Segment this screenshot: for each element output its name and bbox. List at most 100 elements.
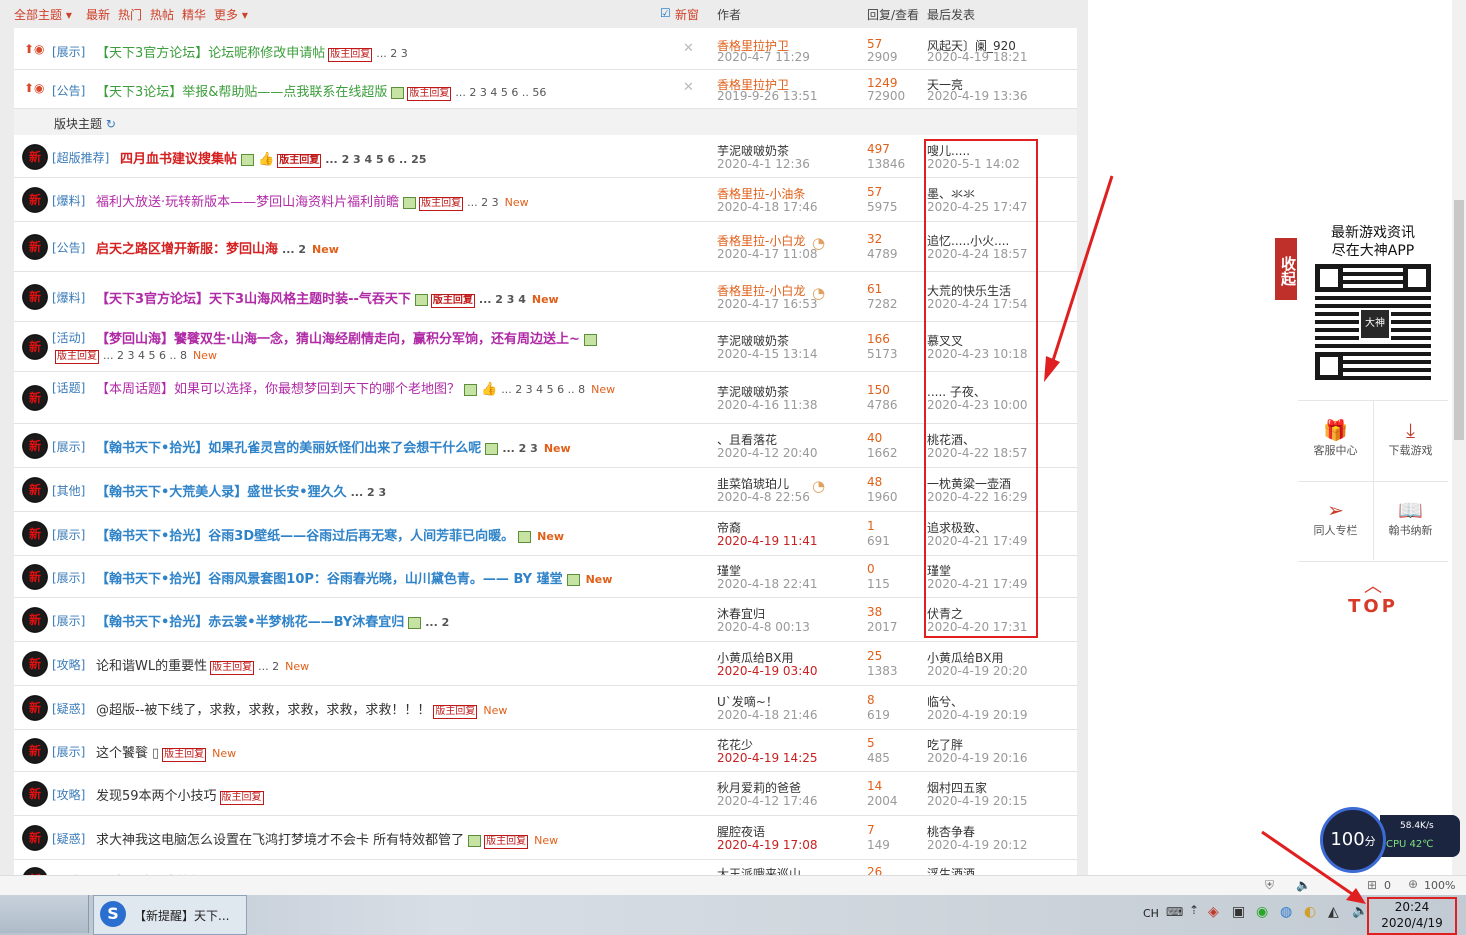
thread-title-text[interactable]: @超版--被下线了，求救，求救，求救，求救，求救！！！ [96, 703, 430, 718]
thread-row[interactable]: 新 [话题] 【本周话题】如果可以选择，你最想梦回到天下的哪个老地图？ 👍... 2 … [14, 372, 1077, 424]
thread-title[interactable]: 【翰书天下•拾光】赤云裳•半梦桃花——BY沐春宜归 ... 2 [96, 611, 449, 630]
thread-title[interactable]: 四月血书建议搜集帖 👍 版主回复... 2 3 4 5 6 .. 25 [120, 148, 426, 168]
thread-title-text[interactable]: 【翰书天下•拾光】赤云裳•半梦桃花——BY沐春宜归 [96, 615, 404, 630]
fan-column-link[interactable]: ➢ 同人专栏 [1298, 498, 1373, 538]
thread-title[interactable]: 【天下3官方论坛】天下3山海风格主题时装--气吞天下 版主回复 ... 2 3 4 N… [96, 288, 559, 308]
tab-hot[interactable]: 热门 [118, 6, 142, 23]
input-language[interactable]: CH [1143, 907, 1159, 920]
download-game-link[interactable]: ⤓ 下载游戏 [1373, 418, 1448, 458]
thread-category[interactable]: [展示] [52, 526, 85, 543]
thread-category[interactable]: [爆料] [52, 289, 85, 306]
tray-app-icon[interactable]: ▣ [1232, 904, 1245, 920]
thread-category[interactable]: [公告] [52, 239, 85, 256]
thread-title-text[interactable]: 四月血书建议搜集帖 [120, 152, 237, 167]
thread-title-text[interactable]: 【天下3官方论坛】天下3山海风格主题时装--气吞天下 [96, 292, 411, 307]
thread-title[interactable]: 【天下3官方论坛】论坛昵称修改申请帖 版主回复... 2 3 [96, 42, 408, 62]
thread-category[interactable]: [展示] [52, 569, 85, 586]
thread-category[interactable]: [攻略] [52, 786, 85, 803]
thread-title-text[interactable]: 【翰书天下•拾光】谷雨风景套图10P：谷雨春光晓，山川黛色青。—— BY 瑾堂 [96, 572, 563, 587]
thread-title-text[interactable]: 【天下3论坛】举报&帮助贴——点我联系在线超版 [96, 85, 387, 100]
last-post-date[interactable]: 2020-4-19 18:21 [927, 50, 1028, 64]
thread-row[interactable]: 新 [公告] 启天之路区增开新服：梦回山海... 2 New 香格里拉-小白龙 2020-… [14, 222, 1077, 272]
recruit-link[interactable]: 📖 翰书纳新 [1373, 498, 1448, 538]
thread-row[interactable]: 新 [攻略] 论和谐WL的重要性 版主回复... 2 New 小黄瓜给BX用 2020-4-… [14, 642, 1077, 686]
last-post-date[interactable]: 2020-4-19 13:36 [927, 89, 1028, 103]
thread-category[interactable]: [展示] [52, 438, 85, 455]
thread-row[interactable]: 新 [攻略] 发现59本两个小技巧 版主回复 秋月爱莉的爸爸 2020-4-12 17:4… [14, 772, 1077, 816]
thread-row[interactable]: 新 [活动] 【梦回山海】饕餮双生·山海一念，猜山海经剧情走向，赢积分军饷，还有周边… [14, 322, 1077, 372]
thread-title-text[interactable]: 启天之路区增开新服：梦回山海 [96, 242, 278, 257]
page-links[interactable]: ... 2 3 [467, 196, 498, 209]
collapse-tab[interactable]: 收起 [1275, 238, 1297, 300]
thread-title[interactable]: 启天之路区增开新服：梦回山海 ... 2 New [96, 238, 339, 257]
taskbar-browser-window[interactable]: S 【新提醒】天下... [93, 895, 247, 935]
thread-title[interactable]: 【翰书天下•拾光】谷雨3D壁纸——谷雨过后再无寒，人间芳菲已向暖。 New [96, 525, 564, 544]
thread-title-text[interactable]: 求大神我这电脑怎么设置在飞鸿打梦境才不会卡 所有特效都管了 [96, 833, 464, 848]
thread-category[interactable]: [爆料] [52, 192, 85, 209]
thread-title-continuation[interactable]: 版主回复 ... 2 3 4 5 6 .. 8 New [52, 348, 217, 364]
tab-digest[interactable]: 精华 [182, 6, 206, 23]
page-links[interactable]: ... 2 3 [502, 442, 538, 455]
tray-arrow-icon[interactable]: ⇡ [1189, 903, 1199, 917]
thread-title-text[interactable]: 【本周话题】如果可以选择，你最想梦回到天下的哪个老地图？ [96, 382, 460, 397]
thread-row[interactable]: 新 [其他] 【翰书天下•大荒美人录】盛世长安•狸久久... 2 3 韭菜馅琥珀儿 20… [14, 468, 1077, 512]
thread-row[interactable]: 新 [疑惑] 求大神我这电脑怎么设置在飞鸿打梦境才不会卡 所有特效都管了 版主回复 Ne… [14, 816, 1077, 860]
thread-category[interactable]: [话题] [52, 379, 85, 396]
thread-title-text[interactable]: 【翰书天下•拾光】如果孔雀灵宫的美丽妖怪们出来了会想干什么呢 [96, 441, 481, 456]
speed-widget-panel[interactable]: 58.4K/s CPU 42℃ [1380, 815, 1460, 857]
thread-category[interactable]: [攻略] [52, 656, 85, 673]
new-window-checkbox[interactable]: ☑ [660, 6, 671, 20]
tab-hot-posts[interactable]: 热帖 [150, 6, 174, 23]
page-links[interactable]: ... 2 3 4 5 6 .. 8 [501, 383, 585, 396]
thread-title[interactable]: @超版--被下线了，求救，求救，求救，求救，求救！！！ 版主回复 New [96, 699, 507, 719]
page-links[interactable]: ... 2 3 4 5 6 .. 25 [325, 153, 426, 166]
thread-row[interactable]: 新 [疑惑] @超版--被下线了，求救，求救，求救，求救，求救！！！ 版主回复 New U… [14, 686, 1077, 730]
thread-title-text[interactable]: 【翰书天下•大荒美人录】盛世长安•狸久久 [96, 485, 347, 500]
thread-row[interactable]: 新 [展示] 这个饕餮 ▯ 版主回复 New 花花少 2020-4-19 14:25 5 485 吃… [14, 730, 1077, 772]
thread-title[interactable]: 【天下3论坛】举报&帮助贴——点我联系在线超版 版主回复... 2 3 4 5 6… [96, 81, 546, 101]
customer-service-link[interactable]: 🎁 客服中心 [1298, 418, 1373, 458]
thread-title[interactable]: 福利大放送·玩转新版本——梦回山海资料片福利前瞻 版主回复... 2 3 New [96, 191, 529, 211]
thread-title-text[interactable]: 这个饕餮 [96, 746, 148, 761]
thread-category[interactable]: [疑惑] [52, 700, 85, 717]
thread-title-text[interactable]: 【翰书天下•拾光】谷雨3D壁纸——谷雨过后再无寒，人间芳菲已向暖。 [96, 529, 514, 544]
thread-title[interactable]: 【翰书天下•拾光】谷雨风景套图10P：谷雨春光晓，山川黛色青。—— BY 瑾堂 N… [96, 568, 612, 587]
thread-title-text[interactable]: 【天下3官方论坛】论坛昵称修改申请帖 [96, 46, 325, 61]
thread-category[interactable]: [展示] [52, 743, 85, 760]
thread-category[interactable]: [公告] [52, 82, 85, 99]
thread-title[interactable]: 【本周话题】如果可以选择，你最想梦回到天下的哪个老地图？ 👍... 2 3 4 5… [96, 378, 615, 397]
thread-row[interactable]: 新 [展示] 【翰书天下•拾光】如果孔雀灵宫的美丽妖怪们出来了会想干什么呢 ... 2… [14, 424, 1077, 468]
thread-title[interactable]: 发现59本两个小技巧 版主回复 [96, 785, 264, 805]
thread-title[interactable]: 【翰书天下•大荒美人录】盛世长安•狸久久 ... 2 3 [96, 481, 386, 500]
back-to-top-button[interactable]: ︿ TOP [1298, 578, 1448, 640]
taskbar-clock[interactable]: 20:24 2020/4/19 [1367, 897, 1457, 935]
page-links[interactable]: ... 2 [258, 660, 279, 673]
pinned-thread-row[interactable]: ⬆◉ [公告] 【天下3论坛】举报&帮助贴——点我联系在线超版 版主回复... 2… [14, 70, 1077, 109]
thread-row[interactable]: 新 [展示] 【翰书天下•拾光】赤云裳•半梦桃花——BY沐春宜归... 2 沐春宜归 2… [14, 598, 1077, 642]
thread-row[interactable]: 新 [展示] 【翰书天下•拾光】谷雨风景套图10P：谷雨春光晓，山川黛色青。—— B… [14, 556, 1077, 598]
keyboard-icon[interactable]: ⌨ [1166, 905, 1183, 919]
close-icon[interactable]: ✕ [683, 80, 694, 95]
close-icon[interactable]: ✕ [683, 41, 694, 56]
thread-title[interactable]: 【梦回山海】饕餮双生·山海一念，猜山海经剧情走向，赢积分军饷，还有周边送上~ [96, 328, 597, 347]
thread-row[interactable]: 新 [爆料] 福利大放送·玩转新版本——梦回山海资料片福利前瞻 版主回复... 2 3… [14, 178, 1077, 222]
last-post-date[interactable]: 2020-4-19 20:16 [927, 751, 1028, 765]
last-post-date[interactable]: 2020-4-19 20:19 [927, 708, 1028, 722]
thread-title[interactable]: 论和谐WL的重要性 版主回复... 2 New [96, 655, 309, 675]
thread-category[interactable]: [活动] [52, 329, 85, 346]
qr-code[interactable]: 大神 [1315, 264, 1431, 380]
thread-title-text[interactable]: 发现59本两个小技巧 [96, 789, 217, 804]
page-links[interactable]: ... 2 3 [351, 486, 387, 499]
thread-row[interactable]: 新 [超版推荐] 四月血书建议搜集帖 👍 版主回复... 2 3 4 5 6 .. 25… [14, 136, 1077, 178]
thread-category[interactable]: [展示] [52, 43, 85, 60]
thread-category[interactable]: [超版推荐] [52, 149, 109, 166]
page-links[interactable]: ... 2 [425, 616, 449, 629]
all-topics-dropdown[interactable]: 全部主题 ▾ [14, 6, 72, 23]
last-post-date[interactable]: 2020-4-19 20:12 [927, 838, 1028, 852]
thread-category[interactable]: [展示] [52, 612, 85, 629]
thread-title-text[interactable]: 福利大放送·玩转新版本——梦回山海资料片福利前瞻 [96, 195, 399, 210]
last-post-date[interactable]: 2020-4-19 20:20 [927, 664, 1028, 678]
thread-row[interactable]: 新 [展示] 【翰书天下•拾光】谷雨3D壁纸——谷雨过后再无寒，人间芳菲已向暖。 Ne… [14, 512, 1077, 556]
pinned-thread-row[interactable]: ⬆◉ [展示] 【天下3官方论坛】论坛昵称修改申请帖 版主回复... 2 3 ✕ … [14, 31, 1077, 70]
thread-title[interactable]: 【翰书天下•拾光】如果孔雀灵宫的美丽妖怪们出来了会想干什么呢 ... 2 3 New [96, 437, 571, 456]
